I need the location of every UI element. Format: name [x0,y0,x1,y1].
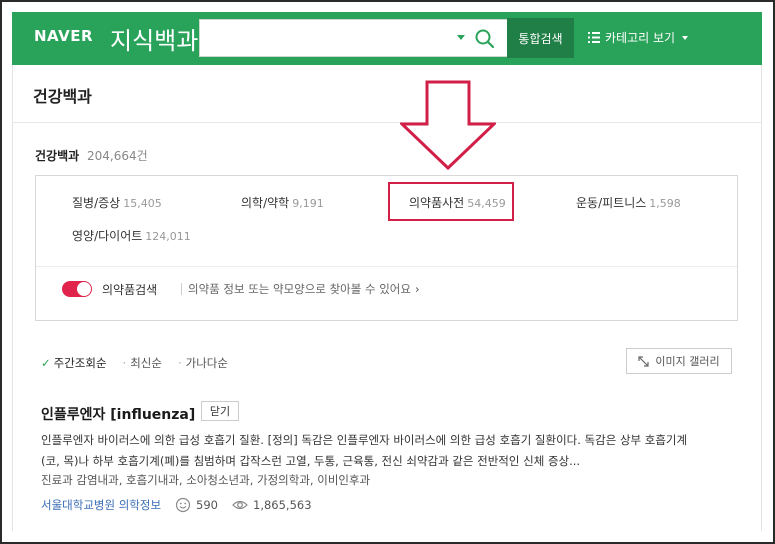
search-box [199,19,512,57]
drug-search-link[interactable]: 의약품 정보 또는 약모양으로 찾아볼 수 있어요 › [188,281,420,297]
drug-search-label[interactable]: 의약품검색 [102,281,157,298]
expand-icon [638,355,649,367]
divider [36,266,737,267]
top-header: NAVER 지식백과 통합검색 카테고리 보기 [12,12,762,65]
sort-label: 주간조회순 [53,356,107,370]
smile-icon [175,497,191,513]
dot-icon: · [177,356,182,370]
category-box: 질병/증상 15,405 의학/약학 9,191 의약품사전 54,459 운동/피트… [35,175,738,321]
sort-weekly[interactable]: ✓ 주간조회순 [41,355,107,371]
toggle-knob [77,282,91,296]
arrow-down-annotation-icon [400,80,496,171]
drug-search-toggle[interactable] [62,281,92,297]
category-view-button[interactable]: 카테고리 보기 [588,29,689,46]
page-title: 건강백과 [33,87,92,106]
category-count: 1,598 [649,197,681,210]
sort-alphabetical[interactable]: · 가나다순 [178,355,228,371]
count-value: 204,664건 [87,149,148,163]
service-logo[interactable]: 지식백과 [110,21,198,56]
separator [181,283,182,295]
category-medicine[interactable]: 의학/약학 9,191 [241,194,324,211]
result-title[interactable]: 인플루엔자 [influenza] [41,404,195,424]
count-label: 건강백과 [35,149,80,163]
chevron-down-icon [682,35,689,40]
sort-label: 가나다순 [185,356,228,370]
result-departments: 진료과 감염내과, 호흡기내과, 소아청소년과, 가정의학과, 이비인후과 [41,473,371,487]
category-label: 운동/피트니스 [576,196,647,210]
list-icon [588,32,600,43]
likes[interactable]: 590 [175,497,218,513]
category-count: 9,191 [292,197,324,210]
eye-icon [232,500,248,510]
naver-logo[interactable]: NAVER [34,27,93,45]
gallery-label: 이미지 갤러리 [655,355,720,368]
views: 1,865,563 [232,497,312,513]
category-count: 15,405 [123,197,162,210]
sort-options: ✓ 주간조회순 · 최신순 · 가나다순 [41,355,228,371]
search-dropdown-icon[interactable] [457,35,465,40]
category-fitness[interactable]: 운동/피트니스 1,598 [576,194,681,211]
image-gallery-button[interactable]: 이미지 갤러리 [626,348,732,374]
highlight-annotation-box [388,182,514,221]
chevron-right-icon: › [414,282,420,296]
category-label: 의학/약학 [241,196,290,210]
category-disease[interactable]: 질병/증상 15,405 [72,194,162,211]
sort-latest[interactable]: · 최신순 [123,355,162,371]
category-view-label: 카테고리 보기 [605,31,676,45]
dot-icon: · [122,356,127,370]
category-label: 영양/다이어트 [72,229,143,243]
likes-count: 590 [196,498,218,512]
category-count: 124,011 [145,230,191,243]
main-content: 건강백과 건강백과 204,664건 질병/증상 15,405 의학/약학 9,19… [12,65,762,531]
search-icon[interactable] [474,28,496,50]
category-label: 질병/증상 [72,196,121,210]
source-link[interactable]: 서울대학교병원 의학정보 [41,497,161,513]
views-count: 1,865,563 [253,498,312,512]
result-description: 인플루엔자 바이러스에 의한 급성 호흡기 질환. [정의] 독감은 인플루엔자… [41,433,688,468]
divider [13,122,761,123]
close-button[interactable]: 닫기 [201,401,239,421]
sort-label: 최신순 [130,356,162,370]
category-nutrition[interactable]: 영양/다이어트 124,011 [72,227,191,244]
check-icon: ✓ [41,356,51,370]
search-input[interactable] [208,26,448,50]
integrated-search-button[interactable]: 통합검색 [507,18,574,58]
total-count: 건강백과 204,664건 [35,147,148,164]
result-meta: 서울대학교병원 의학정보 590 1,865,563 [41,497,312,513]
drug-search-description: 의약품 정보 또는 약모양으로 찾아볼 수 있어요 [188,282,411,296]
